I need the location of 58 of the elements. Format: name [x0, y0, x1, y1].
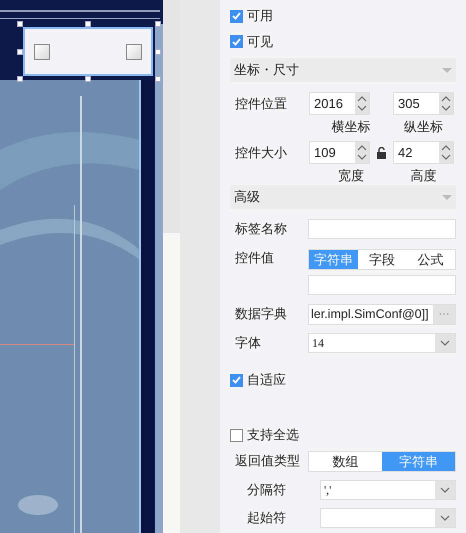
resize-handle[interactable]	[85, 76, 91, 82]
resize-handle[interactable]	[155, 21, 161, 27]
resize-handle[interactable]	[17, 49, 23, 55]
down-icon	[441, 105, 451, 111]
section-header[interactable]: 坐标・尺寸	[230, 58, 456, 82]
field-label: 控件位置	[234, 94, 288, 113]
field-label: 返回值类型	[234, 452, 301, 470]
checkbox-icon	[126, 44, 142, 60]
field-label: 字体	[234, 334, 262, 352]
checkbox[interactable]	[230, 428, 243, 442]
up-icon	[357, 96, 367, 102]
checkbox-icon	[34, 44, 50, 60]
number-field[interactable]: 305	[393, 92, 454, 115]
chevron-down-icon	[440, 340, 450, 346]
dropdown[interactable]: ','	[320, 480, 456, 500]
chevron-down-icon	[440, 487, 450, 493]
field-label: 标签名称	[234, 220, 288, 238]
resize-handle[interactable]	[85, 21, 91, 27]
text-field[interactable]	[308, 219, 456, 239]
axis-label: 纵坐标	[403, 118, 444, 136]
resize-handle[interactable]	[17, 76, 23, 82]
section-title: 高级	[234, 188, 260, 206]
field-label: 起始符	[246, 509, 287, 528]
resize-handle[interactable]	[155, 76, 161, 82]
axis-label: 横坐标	[330, 118, 372, 136]
checkbox[interactable]	[230, 374, 243, 386]
down-icon	[441, 154, 451, 160]
caret-icon	[442, 194, 452, 200]
checkbox-label: 自适应	[247, 371, 286, 390]
axis-label: 宽度	[337, 167, 365, 185]
checkbox[interactable]	[230, 10, 243, 22]
checkbox-label: 可见	[247, 32, 273, 51]
number-field[interactable]: 42	[393, 141, 454, 164]
down-icon	[357, 105, 367, 111]
resize-handle[interactable]	[17, 21, 23, 27]
up-icon	[441, 145, 451, 151]
axis-label: 高度	[410, 167, 438, 185]
resize-handle[interactable]	[155, 49, 161, 55]
section-header[interactable]: 高级	[230, 185, 456, 209]
dropdown[interactable]	[320, 508, 456, 528]
down-icon	[357, 154, 367, 160]
field-label: 数据字典	[234, 305, 288, 324]
number-field[interactable]: 109	[309, 141, 370, 164]
field-label: 控件值	[234, 249, 275, 267]
checkbox-label: 支持全选	[247, 426, 299, 444]
dropdown[interactable]: 14	[308, 333, 456, 353]
up-icon	[357, 145, 367, 151]
checkbox[interactable]	[230, 35, 243, 48]
scrollbar-track[interactable]	[163, 0, 180, 233]
text-field[interactable]	[308, 275, 456, 295]
number-field[interactable]: 2016	[309, 92, 370, 115]
field-label: 分隔符	[246, 481, 287, 500]
field-label: 控件大小	[234, 144, 288, 162]
up-icon	[441, 96, 451, 102]
section-title: 坐标・尺寸	[234, 61, 299, 80]
chevron-down-icon	[440, 515, 450, 521]
checkbox-label: 可用	[247, 7, 273, 26]
caret-icon	[442, 68, 452, 72]
